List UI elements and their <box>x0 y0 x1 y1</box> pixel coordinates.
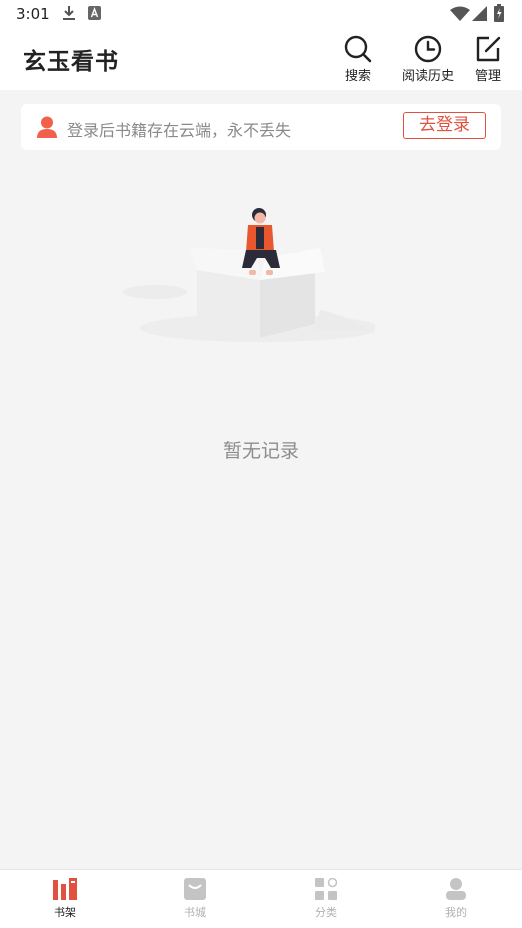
empty-state-text: 暂无记录 <box>222 440 299 462</box>
reading-history-label: 阅读历史 <box>401 69 454 84</box>
bookstore-icon <box>184 878 206 900</box>
search-icon <box>344 35 372 63</box>
search-button[interactable]: 搜索 <box>338 34 378 84</box>
download-icon <box>62 5 76 25</box>
wifi-icon <box>450 6 470 25</box>
category-icon <box>315 878 337 900</box>
login-hint: 登录后书籍存在云端，永不丢失 <box>67 121 292 140</box>
nav-label-bookstore: 书城 <box>184 906 206 919</box>
profile-icon <box>446 878 466 900</box>
nav-label-category: 分类 <box>315 906 337 919</box>
nav-label-bookshelf: 书架 <box>54 906 76 919</box>
signal-icon <box>472 6 487 25</box>
status-time: 3:01 <box>16 5 50 23</box>
bookshelf-icon <box>53 878 77 900</box>
text-a-icon <box>88 5 101 24</box>
empty-box-illustration <box>115 200 380 349</box>
status-bar: 3:01 <box>0 0 522 28</box>
battery-charging-icon <box>494 4 504 26</box>
manage-label: 管理 <box>474 69 501 84</box>
user-icon <box>37 116 57 142</box>
login-banner: 登录后书籍存在云端，永不丢失 去登录 <box>21 104 501 150</box>
nav-label-profile: 我的 <box>445 906 467 919</box>
nav-item-category[interactable]: 分类 <box>286 878 366 920</box>
nav-item-profile[interactable]: 我的 <box>416 878 496 920</box>
nav-item-bookshelf[interactable]: 书架 <box>25 878 105 920</box>
manage-button[interactable]: 管理 <box>468 34 508 84</box>
app-title: 玄玉看书 <box>23 49 119 75</box>
app-header: 玄玉看书 搜索 阅读历史 管理 <box>0 28 522 90</box>
edit-icon <box>476 36 501 62</box>
nav-item-bookstore[interactable]: 书城 <box>155 878 235 920</box>
bottom-nav: 书架 书城 分类 我的 <box>0 869 522 928</box>
login-button[interactable]: 去登录 <box>403 112 486 139</box>
reading-history-button[interactable]: 阅读历史 <box>398 34 458 84</box>
clock-icon <box>414 35 442 63</box>
search-label: 搜索 <box>344 69 371 84</box>
